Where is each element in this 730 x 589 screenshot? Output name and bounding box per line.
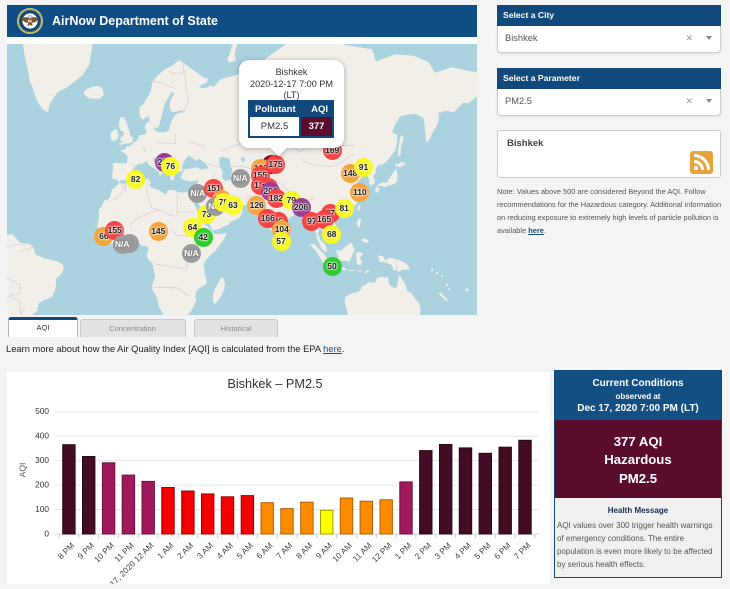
svg-text:500: 500 bbox=[35, 406, 49, 416]
svg-text:Bishkek – PM2.5: Bishkek – PM2.5 bbox=[227, 377, 322, 391]
svg-text:AQI: AQI bbox=[18, 463, 28, 478]
svg-text:100: 100 bbox=[35, 504, 49, 514]
svg-text:0: 0 bbox=[44, 529, 49, 539]
svg-text:200: 200 bbox=[35, 480, 49, 490]
svg-text:400: 400 bbox=[35, 431, 49, 441]
svg-text:300: 300 bbox=[35, 455, 49, 465]
